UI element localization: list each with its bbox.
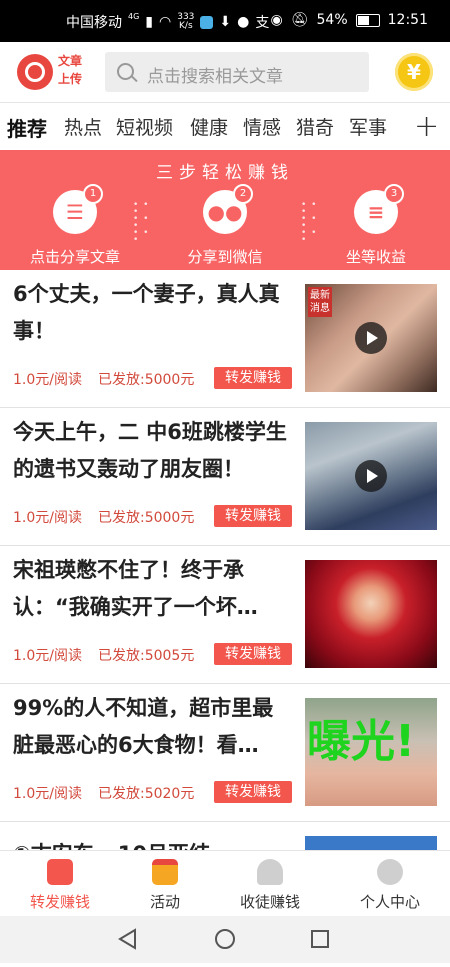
nav-profile[interactable]: 个人中心: [334, 859, 446, 912]
mute-icon: 🔕︎: [290, 12, 309, 28]
home-icon[interactable]: [215, 929, 235, 949]
step-number: 1: [83, 184, 103, 204]
share-earn-button[interactable]: 转发赚钱: [214, 505, 292, 527]
share-earn-icon: [47, 859, 73, 885]
bottom-nav: 转发赚钱 活动 收徒赚钱 个人中心: [0, 850, 450, 917]
nav-label: 个人中心: [359, 893, 420, 911]
article-title: 99%的人不知道，超市里最脏最恶心的6大食物！看…: [13, 696, 274, 757]
article-price: 1.0元/阅读: [13, 510, 82, 526]
search-bar[interactable]: 点击搜索相关文章: [105, 52, 369, 92]
download-icon: ⬇: [219, 14, 232, 30]
earn-steps-banner[interactable]: 三步轻松赚钱 ☰ 1 点击分享文章 • • • • • • • • • ●● 2 分…: [0, 150, 450, 270]
article-price: 1.0元/阅读: [13, 372, 82, 388]
gift-icon: [152, 859, 178, 885]
back-icon[interactable]: [118, 928, 136, 950]
news-tag: 最新消息: [308, 287, 332, 317]
speed-unit: K/s: [179, 21, 193, 31]
nav-recruit-earn[interactable]: 收徒赚钱: [214, 859, 326, 912]
article-meta: 1.0元/阅读 已发放:5000元: [13, 369, 210, 389]
step-number: 2: [233, 184, 253, 204]
article-thumbnail[interactable]: 曝光!: [305, 698, 437, 806]
recents-icon[interactable]: [311, 930, 329, 948]
carrier-label: 中国移动: [66, 15, 122, 31]
upload-logo-icon[interactable]: [17, 54, 53, 90]
battery-percent: 54%: [316, 12, 348, 28]
banner-title: 三步轻松赚钱: [156, 163, 294, 183]
share-earn-button[interactable]: 转发赚钱: [214, 781, 292, 803]
search-icon: [117, 63, 134, 80]
article-thumbnail: [305, 836, 437, 850]
nav-share-earn[interactable]: 转发赚钱: [4, 859, 116, 912]
chat-icon: ●: [237, 14, 250, 30]
step-label: 分享到微信: [187, 248, 263, 266]
app-header: 文章上传 点击搜索相关文章 ¥: [0, 42, 450, 102]
step-earn: ≡ 3 坐等收益: [306, 184, 446, 267]
system-nav-bar: [0, 916, 450, 963]
article-item-partial[interactable]: ①古安东...10月亚结...: [0, 822, 450, 850]
speed-indicator: 333 K/s: [177, 13, 194, 31]
tab-short-video[interactable]: 短视频: [116, 113, 173, 140]
system-nav-icons: [118, 928, 329, 950]
tab-health[interactable]: 健康: [190, 113, 228, 140]
tab-emotion[interactable]: 情感: [243, 113, 281, 140]
play-icon: [355, 460, 387, 492]
step-share-wechat: ●● 2 分享到微信: [155, 184, 295, 267]
status-bar: 中国移动 4G ▮ ◠ 333 K/s ⬇ ● 支 ◉ 🔕︎ 54% 12:51: [0, 0, 450, 42]
tab-military[interactable]: 军事: [349, 113, 387, 140]
coin-icon[interactable]: ¥: [395, 53, 433, 91]
logo-text: 文章上传: [58, 54, 83, 86]
step-number: 3: [384, 184, 404, 204]
article-sent: 已发放:5020元: [97, 786, 195, 802]
article-price: 1.0元/阅读: [13, 786, 82, 802]
article-meta: 1.0元/阅读 已发放:5020元: [13, 783, 210, 803]
tab-curious[interactable]: 猎奇: [296, 113, 334, 140]
user-icon: [257, 859, 283, 885]
wifi-icon: ◠: [159, 14, 172, 30]
article-sent: 已发放:5000元: [97, 510, 195, 526]
dots-divider: • • • • • • • • •: [133, 200, 150, 245]
article-item[interactable]: 宋祖瑛憋不住了！终于承认：“我确实开了一个坏… 1.0元/阅读 已发放:5005元…: [0, 546, 450, 684]
app-icon: [200, 15, 214, 29]
article-item[interactable]: 6个丈夫，一个妻子，真人真事！ 1.0元/阅读 已发放:5000元 转发赚钱 最新…: [0, 270, 450, 408]
search-placeholder: 点击搜索相关文章: [147, 67, 283, 87]
thumb-overlay-text: 曝光!: [307, 716, 416, 767]
article-item[interactable]: 今天上午，二 中6班跳楼学生的遗书又轰动了朋友圈！ 1.0元/阅读 已发放:500…: [0, 408, 450, 546]
clock: 12:51: [387, 12, 428, 28]
eye-icon: ◉: [270, 12, 283, 28]
nav-activity[interactable]: 活动: [109, 859, 221, 912]
article-thumbnail[interactable]: [305, 422, 437, 530]
add-tab-icon[interactable]: +: [414, 109, 439, 144]
article-meta: 1.0元/阅读 已发放:5000元: [13, 507, 210, 527]
article-thumbnail[interactable]: 最新消息: [305, 284, 437, 392]
article-title: 宋祖瑛憋不住了！终于承认：“我确实开了一个坏…: [13, 558, 258, 619]
profile-icon: [377, 859, 403, 885]
article-title: 今天上午，二 中6班跳楼学生的遗书又轰动了朋友圈！: [13, 420, 287, 481]
article-title: ①古安东...10月亚结...: [13, 836, 293, 850]
article-sent: 已发放:5000元: [97, 372, 195, 388]
step-label: 点击分享文章: [29, 248, 120, 266]
tab-hot[interactable]: 热点: [64, 113, 102, 140]
play-icon: [355, 322, 387, 354]
article-thumbnail[interactable]: [305, 560, 437, 668]
article-item[interactable]: 99%的人不知道，超市里最脏最恶心的6大食物！看… 1.0元/阅读 已发放:502…: [0, 684, 450, 822]
article-sent: 已发放:5005元: [97, 648, 195, 664]
network-label: 4G: [128, 11, 140, 21]
nav-label: 收徒赚钱: [239, 893, 300, 911]
signal-icon: ▮: [145, 14, 154, 30]
alipay-icon: 支: [255, 15, 270, 31]
nav-label: 转发赚钱: [29, 893, 90, 911]
article-title: 6个丈夫，一个妻子，真人真事！: [13, 282, 280, 343]
category-tabs: 推荐 热点 短视频 健康 情感 猎奇 军事 +: [0, 102, 450, 151]
step-label: 坐等收益: [345, 248, 406, 266]
nav-label: 活动: [149, 893, 180, 911]
article-meta: 1.0元/阅读 已发放:5005元: [13, 645, 210, 665]
step-share-article: ☰ 1 点击分享文章: [5, 184, 145, 267]
tab-recommend[interactable]: 推荐: [7, 113, 47, 142]
battery-icon: [355, 13, 380, 27]
share-earn-button[interactable]: 转发赚钱: [214, 643, 292, 665]
article-price: 1.0元/阅读: [13, 648, 82, 664]
share-earn-button[interactable]: 转发赚钱: [214, 367, 292, 389]
